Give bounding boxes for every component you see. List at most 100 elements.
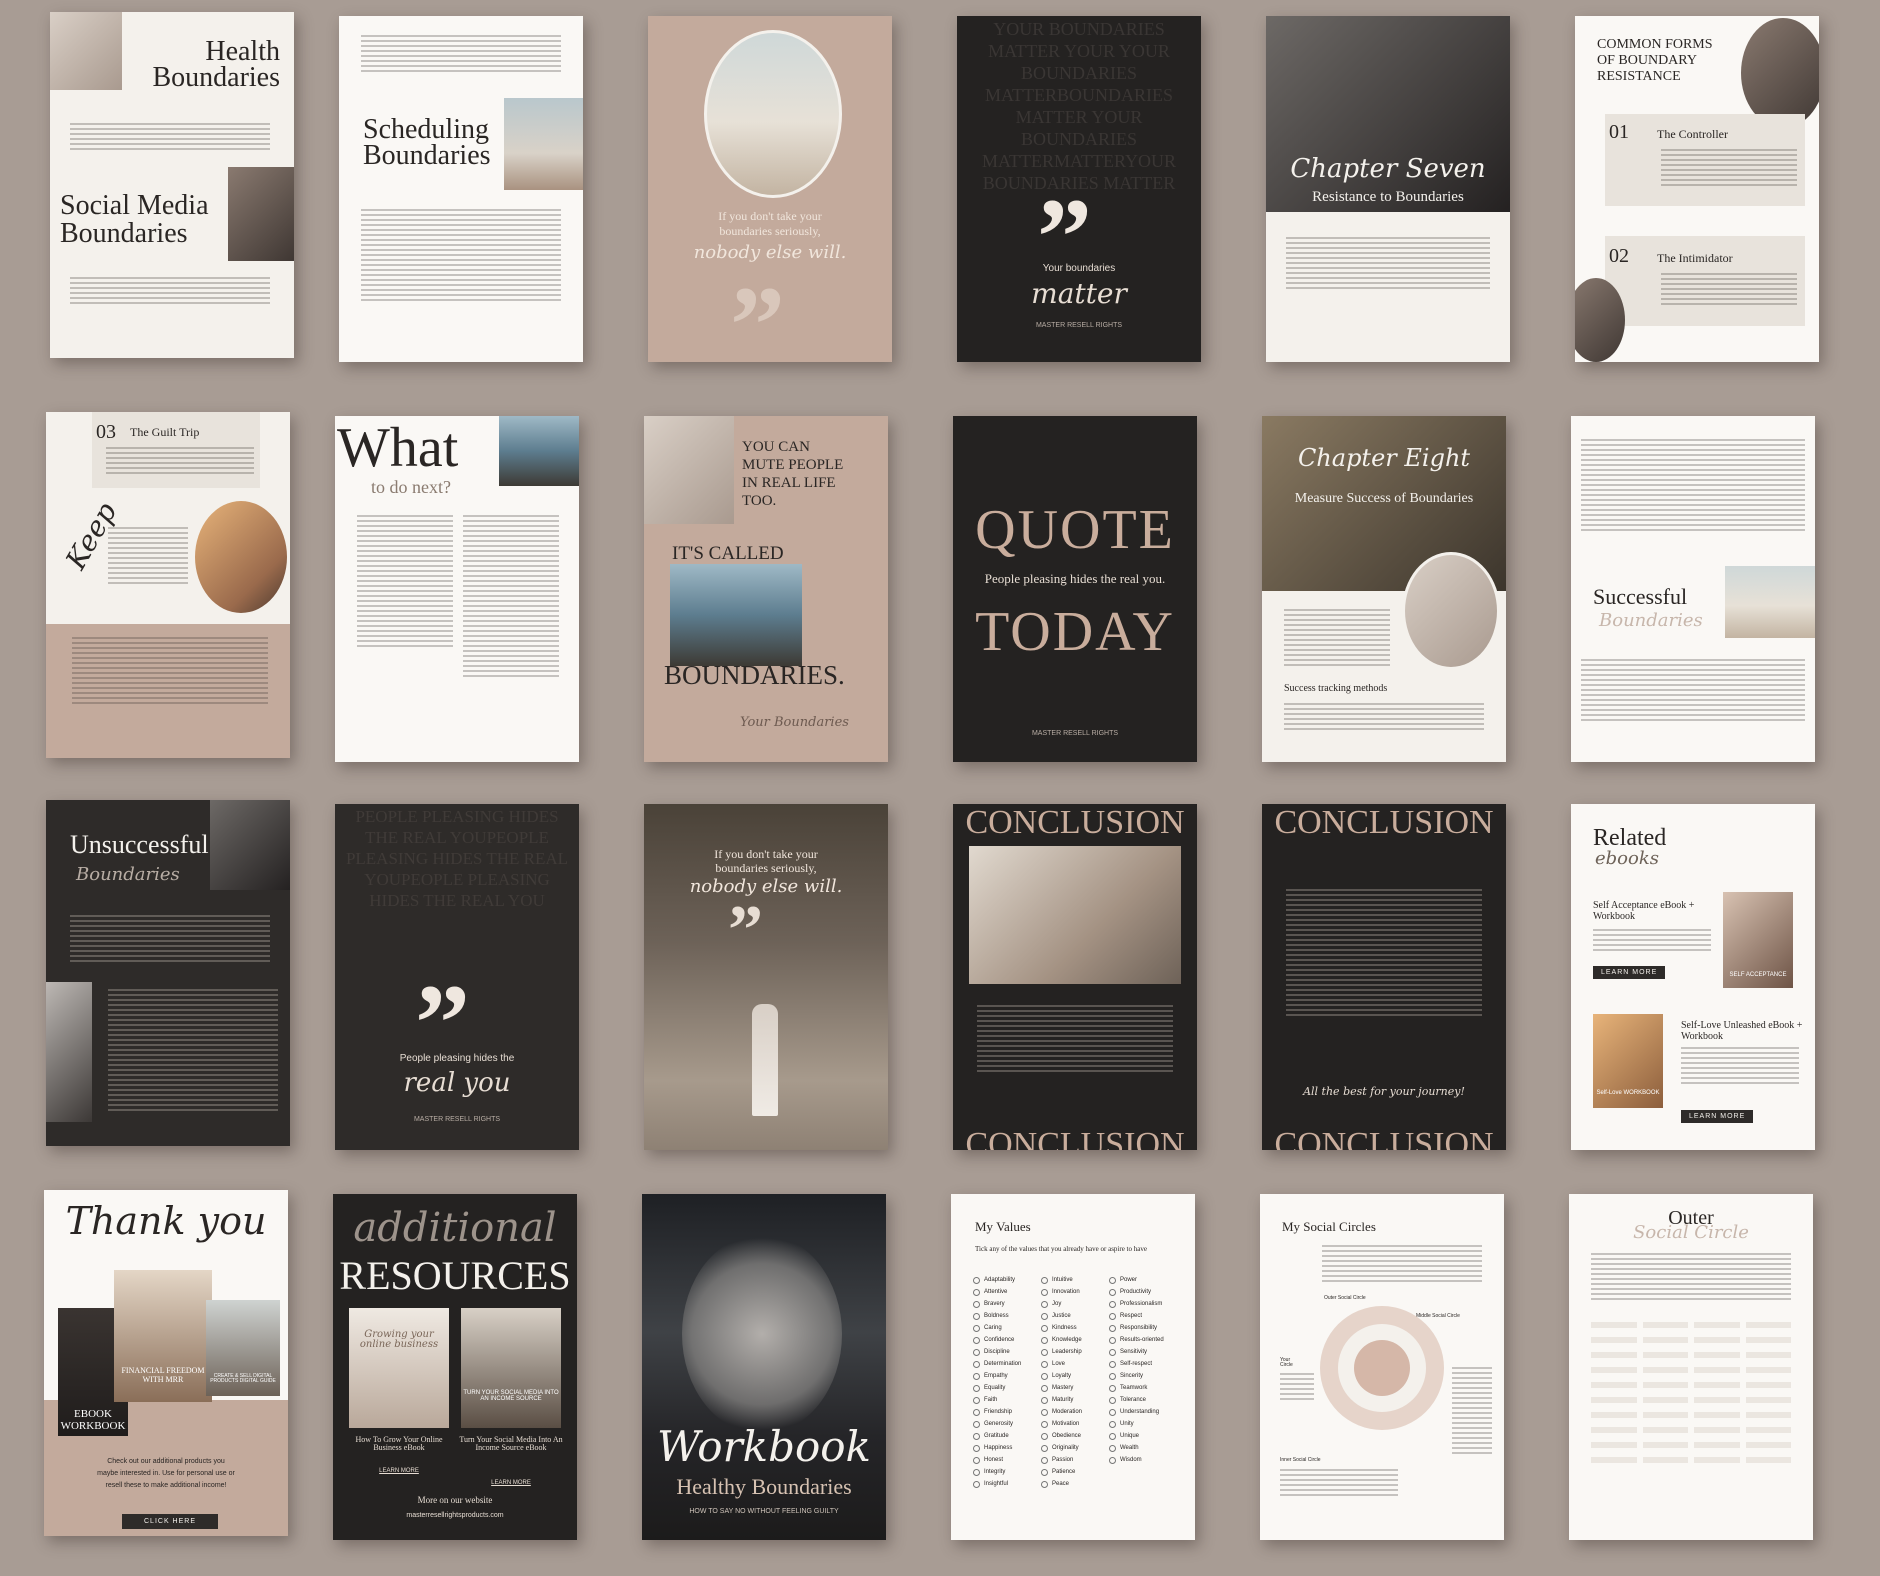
click-here-button[interactable]: CLICK HERE	[122, 1514, 219, 1529]
grid-cell[interactable]	[1591, 1367, 1637, 1373]
checkbox-icon[interactable]	[1109, 1324, 1116, 1332]
grid-cell[interactable]	[1694, 1412, 1740, 1418]
value-item[interactable]: Friendship	[973, 1406, 1039, 1418]
value-item[interactable]: Unique	[1109, 1430, 1189, 1442]
value-item[interactable]: Happiness	[973, 1442, 1039, 1454]
checkbox-icon[interactable]	[1041, 1384, 1048, 1392]
checkbox-icon[interactable]	[1041, 1360, 1048, 1368]
value-item[interactable]: Responsibility	[1109, 1322, 1189, 1334]
value-item[interactable]: Results-oriented	[1109, 1334, 1189, 1346]
grid-cell[interactable]	[1591, 1397, 1637, 1403]
value-item[interactable]: Obedience	[1041, 1430, 1107, 1442]
checkbox-icon[interactable]	[973, 1456, 980, 1464]
grid-cell[interactable]	[1591, 1442, 1637, 1448]
value-item[interactable]: Bravery	[973, 1298, 1039, 1310]
value-item[interactable]: Boldness	[973, 1310, 1039, 1322]
checkbox-icon[interactable]	[1109, 1336, 1116, 1344]
grid-cell[interactable]	[1642, 1382, 1688, 1388]
checkbox-icon[interactable]	[973, 1480, 980, 1488]
grid-cell[interactable]	[1745, 1322, 1791, 1328]
value-item[interactable]: Originality	[1041, 1442, 1107, 1454]
checkbox-icon[interactable]	[1109, 1360, 1116, 1368]
checkbox-icon[interactable]	[1109, 1372, 1116, 1380]
value-item[interactable]: Wisdom	[1109, 1454, 1189, 1466]
value-item[interactable]: Passion	[1041, 1454, 1107, 1466]
grid-cell[interactable]	[1591, 1412, 1637, 1418]
value-item[interactable]: Equality	[973, 1382, 1039, 1394]
grid-cell[interactable]	[1694, 1382, 1740, 1388]
grid-cell[interactable]	[1745, 1367, 1791, 1373]
value-item[interactable]: Justice	[1041, 1310, 1107, 1322]
grid-cell[interactable]	[1745, 1397, 1791, 1403]
value-item[interactable]: Mastery	[1041, 1382, 1107, 1394]
checkbox-icon[interactable]	[1041, 1396, 1048, 1404]
value-item[interactable]: Kindness	[1041, 1322, 1107, 1334]
value-item[interactable]: Self-respect	[1109, 1358, 1189, 1370]
grid-cell[interactable]	[1642, 1352, 1688, 1358]
checkbox-icon[interactable]	[1109, 1456, 1116, 1464]
value-item[interactable]: Integrity	[973, 1466, 1039, 1478]
checkbox-icon[interactable]	[973, 1300, 980, 1308]
learn-more-button[interactable]: LEARN MORE	[1593, 966, 1666, 979]
checkbox-icon[interactable]	[1041, 1372, 1048, 1380]
checkbox-icon[interactable]	[973, 1348, 980, 1356]
grid-cell[interactable]	[1591, 1382, 1637, 1388]
grid-cell[interactable]	[1642, 1367, 1688, 1373]
value-item[interactable]: Attentive	[973, 1286, 1039, 1298]
grid-cell[interactable]	[1745, 1352, 1791, 1358]
checkbox-icon[interactable]	[973, 1384, 980, 1392]
value-item[interactable]: Professionalism	[1109, 1298, 1189, 1310]
grid-cell[interactable]	[1694, 1337, 1740, 1343]
checkbox-icon[interactable]	[1109, 1300, 1116, 1308]
learn-more-link[interactable]: LEARN MORE	[459, 1480, 563, 1486]
checkbox-icon[interactable]	[1041, 1324, 1048, 1332]
grid-cell[interactable]	[1694, 1367, 1740, 1373]
checkbox-icon[interactable]	[1041, 1336, 1048, 1344]
grid-cell[interactable]	[1642, 1397, 1688, 1403]
grid-cell[interactable]	[1694, 1397, 1740, 1403]
checkbox-icon[interactable]	[973, 1324, 980, 1332]
checkbox-icon[interactable]	[973, 1276, 980, 1284]
checkbox-icon[interactable]	[973, 1468, 980, 1476]
checkbox-icon[interactable]	[973, 1420, 980, 1428]
checkbox-icon[interactable]	[1109, 1420, 1116, 1428]
checkbox-icon[interactable]	[973, 1432, 980, 1440]
value-item[interactable]: Faith	[973, 1394, 1039, 1406]
value-item[interactable]: Tolerance	[1109, 1394, 1189, 1406]
grid-cell[interactable]	[1591, 1427, 1637, 1433]
checkbox-icon[interactable]	[973, 1372, 980, 1380]
learn-more-button[interactable]: LEARN MORE	[1681, 1110, 1754, 1123]
value-item[interactable]: Intuitive	[1041, 1274, 1107, 1286]
grid-cell[interactable]	[1694, 1322, 1740, 1328]
checkbox-icon[interactable]	[1109, 1408, 1116, 1416]
value-item[interactable]: Wealth	[1109, 1442, 1189, 1454]
value-item[interactable]: Insightful	[973, 1478, 1039, 1490]
checkbox-icon[interactable]	[1041, 1276, 1048, 1284]
grid-cell[interactable]	[1745, 1337, 1791, 1343]
value-item[interactable]: Power	[1109, 1274, 1189, 1286]
value-item[interactable]: Generosity	[973, 1418, 1039, 1430]
checkbox-icon[interactable]	[1041, 1288, 1048, 1296]
value-item[interactable]: Unity	[1109, 1418, 1189, 1430]
checkbox-icon[interactable]	[973, 1396, 980, 1404]
value-item[interactable]: Sensitivity	[1109, 1346, 1189, 1358]
checkbox-icon[interactable]	[1109, 1276, 1116, 1284]
value-item[interactable]: Joy	[1041, 1298, 1107, 1310]
grid-cell[interactable]	[1694, 1427, 1740, 1433]
grid-cell[interactable]	[1694, 1457, 1740, 1463]
grid-cell[interactable]	[1694, 1352, 1740, 1358]
website-link[interactable]: masterresellrightsproducts.com	[333, 1512, 577, 1519]
checkbox-icon[interactable]	[1109, 1348, 1116, 1356]
checkbox-icon[interactable]	[1041, 1444, 1048, 1452]
value-item[interactable]: Loyalty	[1041, 1370, 1107, 1382]
value-item[interactable]: Love	[1041, 1358, 1107, 1370]
checkbox-icon[interactable]	[973, 1336, 980, 1344]
grid-cell[interactable]	[1642, 1442, 1688, 1448]
checkbox-icon[interactable]	[1041, 1312, 1048, 1320]
value-item[interactable]: Discipline	[973, 1346, 1039, 1358]
checkbox-icon[interactable]	[973, 1312, 980, 1320]
value-item[interactable]: Respect	[1109, 1310, 1189, 1322]
grid-cell[interactable]	[1745, 1457, 1791, 1463]
checkbox-icon[interactable]	[1041, 1420, 1048, 1428]
value-item[interactable]: Peace	[1041, 1478, 1107, 1490]
